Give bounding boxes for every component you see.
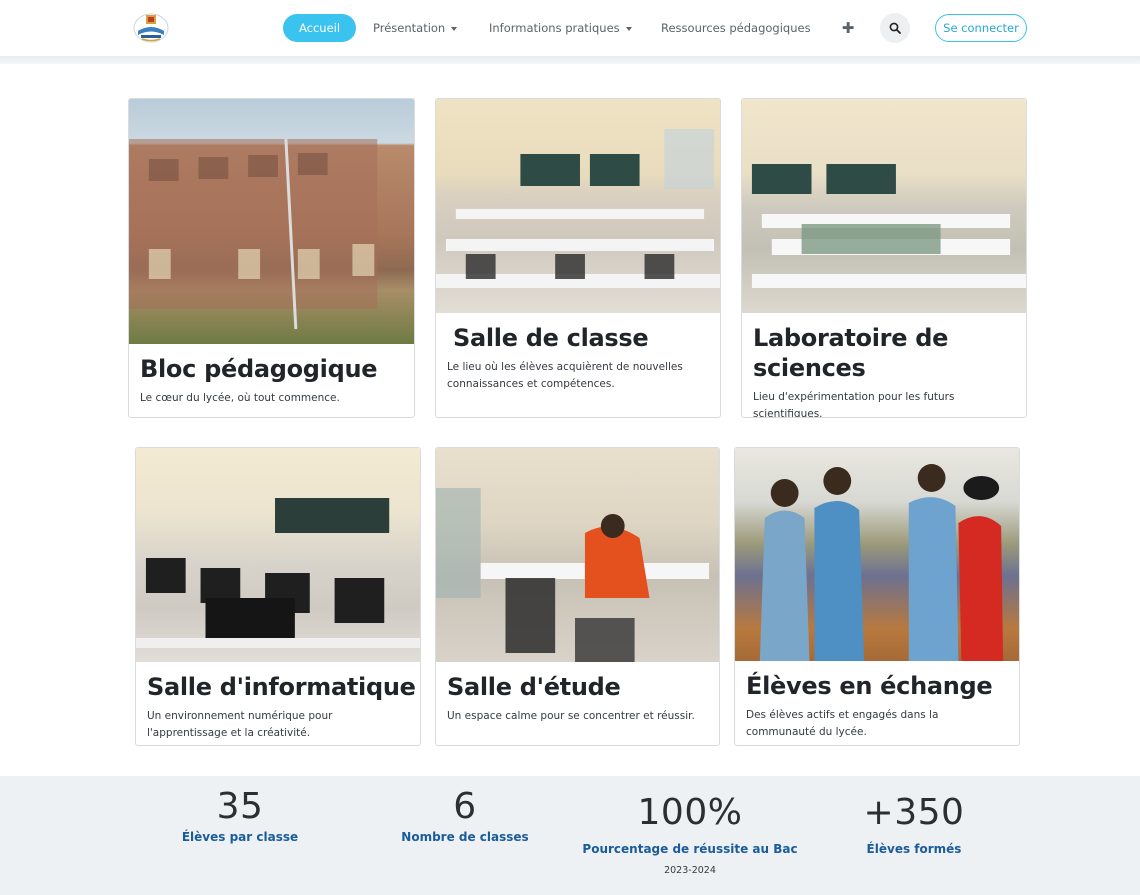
card-description: Un environnement numérique pour l'appren… — [147, 710, 333, 739]
students-photo — [735, 448, 1019, 661]
card-title: Salle d'informatique — [147, 673, 416, 701]
building-photo — [129, 99, 414, 344]
stat-label: Élèves par classe — [181, 830, 299, 844]
study-room-photo — [436, 448, 719, 662]
computer-room-photo — [136, 448, 420, 662]
classroom-photo — [436, 99, 720, 313]
card-description: Le cœur du lycée, où tout commence. — [140, 392, 340, 404]
search-button[interactable] — [880, 13, 910, 43]
navbar-shadow — [0, 56, 1140, 64]
plus-icon[interactable]: ✚ — [840, 18, 856, 38]
stats-section: 35 Élèves par classe 6 Nombre de classes… — [0, 776, 1140, 895]
card-description: Le lieu où les élèves acquièrent de nouv… — [447, 361, 683, 390]
stat-label: Élèves formés — [866, 842, 962, 856]
card-title: Salle d'étude — [447, 673, 621, 701]
stat-label: Nombre de classes — [401, 830, 529, 844]
login-button[interactable]: Se connecter — [935, 14, 1027, 42]
card-laboratoire[interactable]: Laboratoire de sciences Lieu d'expérimen… — [741, 98, 1027, 418]
nav-practical-info-dropdown[interactable]: Informations pratiques — [489, 14, 632, 42]
navbar: Accueil Présentation Informations pratiq… — [0, 0, 1140, 56]
nav-presentation-dropdown[interactable]: Présentation — [373, 14, 458, 42]
nav-home[interactable]: Accueil — [283, 14, 357, 42]
stat-value: 35 — [216, 786, 264, 827]
card-title: Bloc pédagogique — [140, 355, 378, 383]
card-eleves-echange[interactable]: Élèves en échange Des élèves actifs et e… — [734, 447, 1020, 746]
school-logo[interactable] — [132, 11, 170, 45]
laboratory-photo — [742, 99, 1026, 313]
caret-down-icon — [625, 26, 632, 31]
search-icon — [889, 22, 901, 34]
stat-value: 100% — [637, 792, 743, 833]
card-salle-de-classe[interactable]: Salle de classe Le lieu où les élèves ac… — [435, 98, 721, 418]
stat-label: Pourcentage de réussite au Bac — [582, 842, 798, 856]
nav-practical-info-label: Informations pratiques — [489, 21, 620, 35]
card-description: Des élèves actifs et engagés dans la com… — [746, 709, 939, 738]
card-title: Élèves en échange — [746, 672, 993, 700]
stat-year: 2023-2024 — [664, 865, 716, 876]
card-title: Salle de classe — [453, 324, 649, 352]
card-description: Lieu d'expérimentation pour les futurs s… — [753, 391, 955, 418]
card-description: Un espace calme pour se concentrer et ré… — [447, 710, 695, 722]
card-title: Laboratoire de sciences — [753, 324, 949, 382]
stat-value: +350 — [863, 792, 965, 833]
stat-value: 6 — [453, 786, 477, 827]
card-bloc-pedagogique[interactable]: Bloc pédagogique Le cœur du lycée, où to… — [128, 98, 415, 418]
caret-down-icon — [451, 26, 458, 31]
card-salle-etude[interactable]: Salle d'étude Un espace calme pour se co… — [435, 447, 720, 746]
nav-presentation-label: Présentation — [373, 21, 446, 35]
card-salle-informatique[interactable]: Salle d'informatique Un environnement nu… — [135, 447, 421, 746]
nav-resources[interactable]: Ressources pédagogiques — [661, 14, 811, 42]
